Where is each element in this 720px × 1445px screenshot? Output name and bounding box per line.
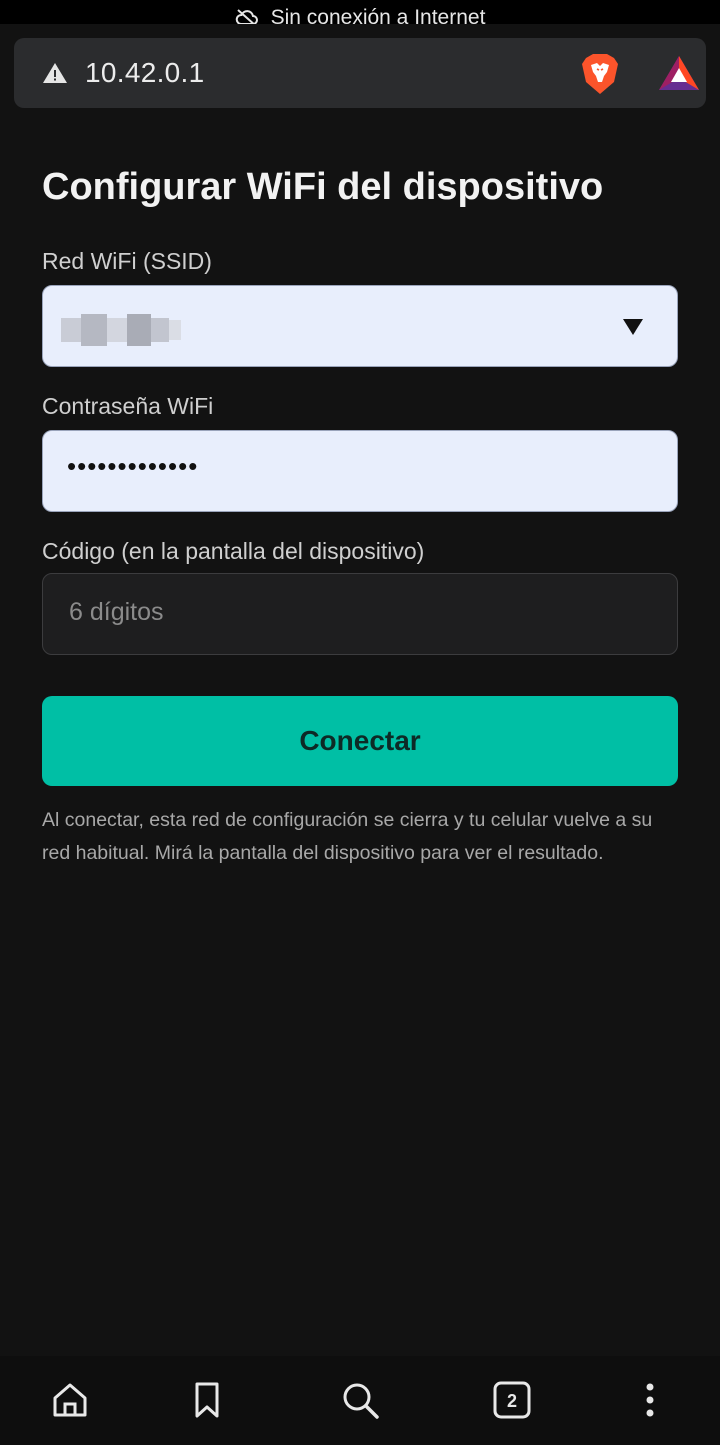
ssid-label: Red WiFi (SSID) (42, 248, 212, 274)
ssid-select[interactable] (42, 285, 678, 367)
bottom-navigation: 2 (0, 1356, 720, 1445)
ssid-value-blurred (61, 314, 181, 346)
page-title: Configurar WiFi del dispositivo (42, 166, 604, 208)
brave-shields-icon[interactable] (580, 52, 620, 96)
help-text: Al conectar, esta red de configuración s… (42, 809, 653, 864)
search-icon (343, 1383, 379, 1419)
connect-button[interactable]: Conectar (42, 696, 678, 786)
bookmark-icon (195, 1382, 219, 1418)
url-text[interactable]: 10.42.0.1 (85, 57, 204, 89)
code-placeholder: 6 dígitos (69, 598, 164, 626)
code-input[interactable]: 6 dígitos (42, 573, 678, 655)
tab-count: 2 (507, 1391, 517, 1411)
password-value: ••••••••••••• (67, 451, 199, 481)
menu-button[interactable] (628, 1378, 672, 1422)
password-input[interactable]: ••••••••••••• (42, 430, 678, 512)
code-label: Código (en la pantalla del dispositivo) (42, 538, 425, 564)
brave-rewards-icon[interactable] (658, 54, 700, 92)
password-label: Contraseña WiFi (42, 393, 214, 419)
warning-icon[interactable] (42, 62, 68, 84)
status-bar: Sin conexión a Internet (0, 0, 720, 24)
tabs-icon: 2 (493, 1381, 531, 1419)
home-button[interactable] (48, 1378, 92, 1422)
bookmarks-button[interactable] (185, 1378, 229, 1422)
status-text: Sin conexión a Internet (270, 6, 486, 24)
tabs-button[interactable]: 2 (490, 1378, 534, 1422)
dropdown-arrow-icon[interactable] (623, 319, 643, 335)
address-bar[interactable]: 10.42.0.1 (14, 38, 706, 108)
home-icon (53, 1383, 87, 1417)
cloud-off-icon (235, 9, 258, 24)
search-button[interactable] (338, 1378, 382, 1422)
menu-icon (646, 1383, 654, 1417)
